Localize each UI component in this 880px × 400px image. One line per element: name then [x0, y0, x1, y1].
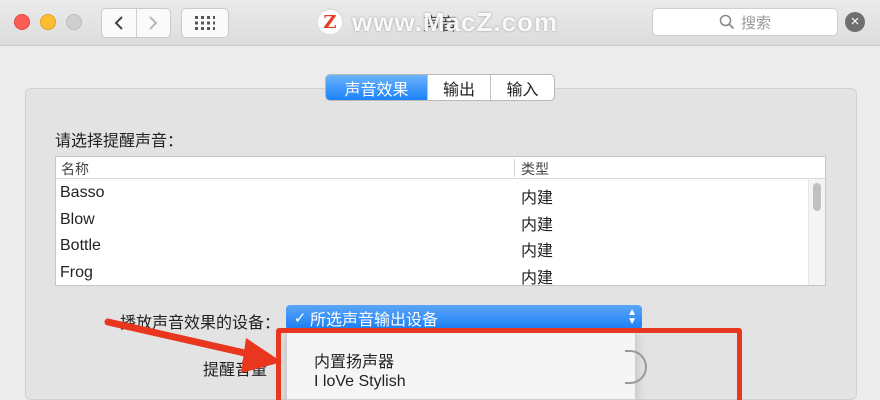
annotation-arrow-icon — [104, 318, 282, 373]
